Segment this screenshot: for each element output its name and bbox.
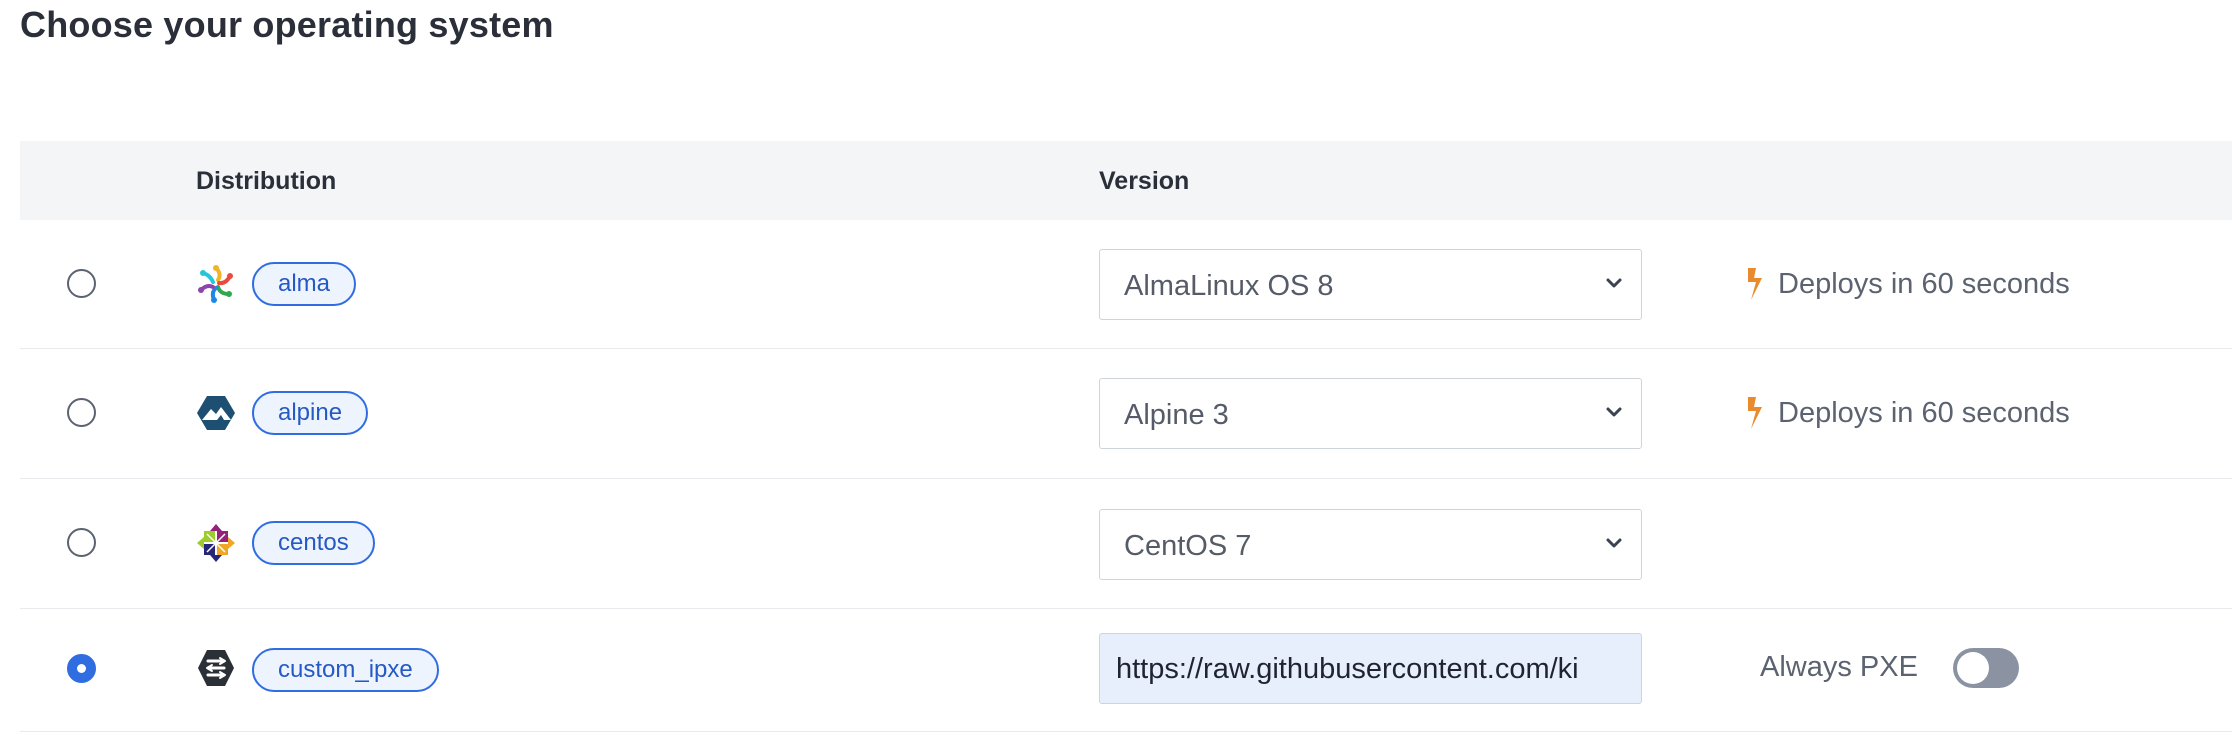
toggle-knob <box>1957 652 1989 684</box>
column-header-version: Version <box>1099 167 1190 195</box>
page-title: Choose your operating system <box>20 4 554 45</box>
distribution-tag-custom-ipxe: custom_ipxe <box>252 648 439 692</box>
radio-centos[interactable] <box>67 528 96 557</box>
version-select-value: CentOS 7 <box>1124 530 1252 562</box>
radio-alpine[interactable] <box>67 398 96 427</box>
ipxe-url-value: https://raw.githubusercontent.com/ki <box>1116 653 1579 685</box>
distribution-tag-alpine: alpine <box>252 391 369 435</box>
alpine-logo-icon <box>197 396 235 430</box>
always-pxe-label: Always PXE <box>1760 651 1918 683</box>
lightning-bolt-icon <box>1748 268 1762 300</box>
deploy-info-alma: Deploys in 60 seconds <box>1742 264 2070 304</box>
table-row-centos[interactable]: centos CentOS 7 <box>20 479 2232 609</box>
os-selection-page: Choose your operating system Distributio… <box>0 0 2232 736</box>
distribution-tag-centos: centos <box>252 521 375 565</box>
distribution-tag-alma: alma <box>252 262 357 306</box>
radio-custom-ipxe[interactable] <box>67 654 96 683</box>
chevron-down-icon <box>1606 538 1622 548</box>
table-row-alpine[interactable]: alpine Alpine 3 Deploys in 60 seconds <box>20 349 2232 479</box>
version-select-value: Alpine 3 <box>1124 399 1229 431</box>
deploy-info-alpine: Deploys in 60 seconds <box>1742 393 2070 433</box>
table-row-custom-ipxe[interactable]: custom_ipxe https://raw.githubuserconten… <box>20 609 2232 732</box>
ipxe-logo-icon <box>198 650 234 686</box>
version-select-value: AlmaLinux OS 8 <box>1124 270 1334 302</box>
chevron-down-icon <box>1606 407 1622 417</box>
version-select-alma[interactable]: AlmaLinux OS 8 <box>1099 249 1642 320</box>
centos-logo-icon <box>197 524 235 562</box>
table-row-alma[interactable]: alma AlmaLinux OS 8 Deploys in 60 second… <box>20 220 2232 349</box>
table-header: Distribution Version <box>20 141 2232 220</box>
deploy-time-text: Deploys in 60 seconds <box>1778 267 2070 300</box>
version-select-centos[interactable]: CentOS 7 <box>1099 509 1642 580</box>
ipxe-url-input[interactable]: https://raw.githubusercontent.com/ki <box>1099 633 1642 704</box>
deploy-time-text: Deploys in 60 seconds <box>1778 396 2070 429</box>
lightning-bolt-icon <box>1748 397 1762 429</box>
chevron-down-icon <box>1606 278 1622 288</box>
always-pxe-toggle[interactable] <box>1953 648 2019 688</box>
os-table: Distribution Version alma AlmaLinux OS 8… <box>20 141 2232 732</box>
column-header-distribution: Distribution <box>196 167 337 195</box>
almalinux-logo-icon <box>198 265 233 303</box>
radio-alma[interactable] <box>67 269 96 298</box>
version-select-alpine[interactable]: Alpine 3 <box>1099 378 1642 449</box>
